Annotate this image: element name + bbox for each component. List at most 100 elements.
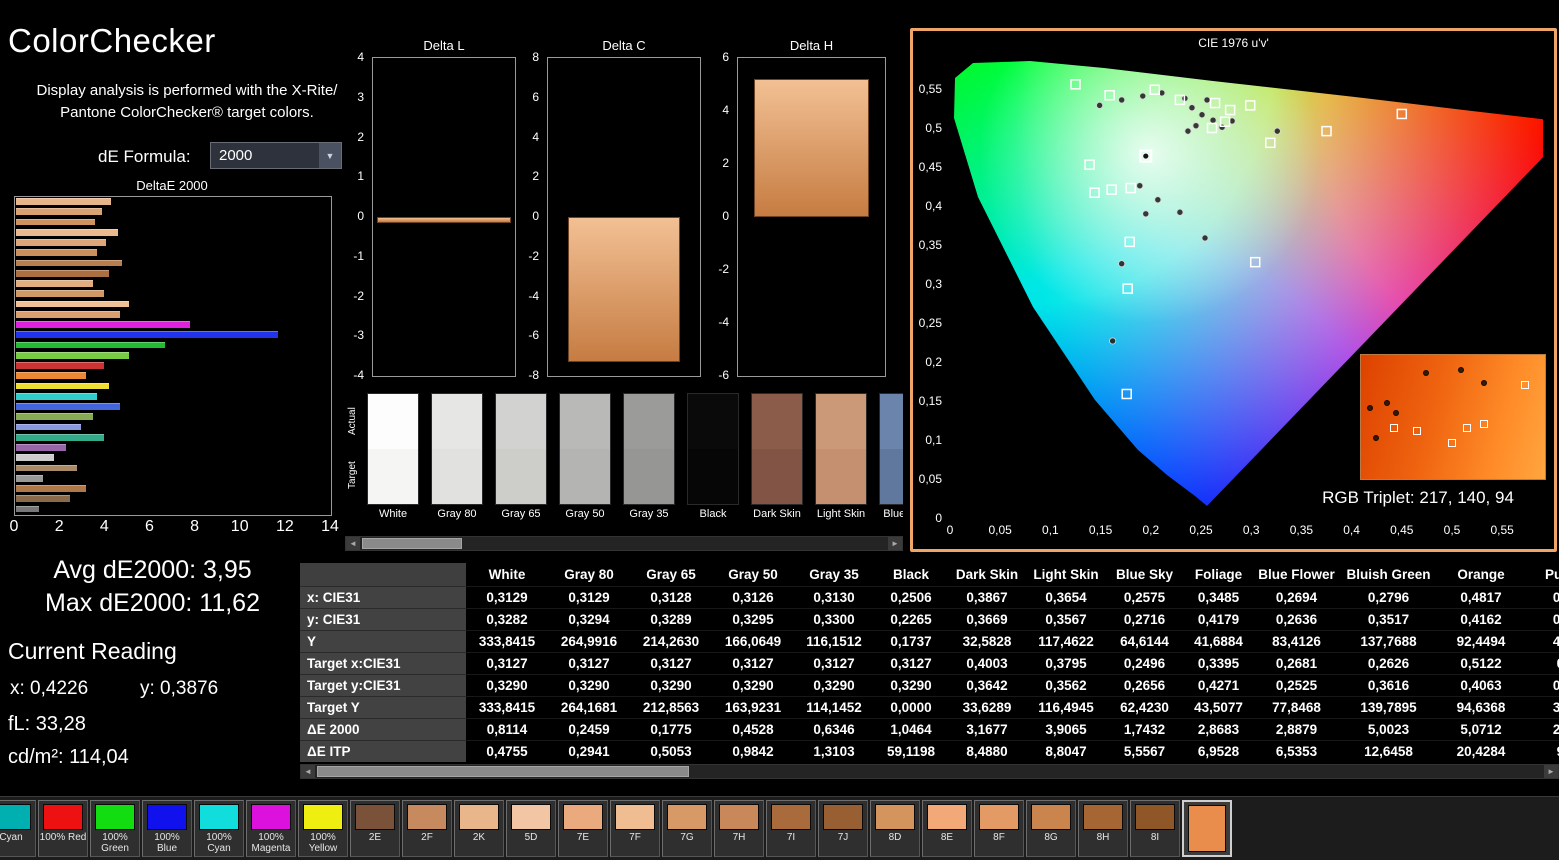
toolbar-patch-7e[interactable]: 7E (558, 800, 608, 857)
toolbar-patch-100-yellow[interactable]: 100% Yellow (298, 800, 348, 857)
table-scrollbar[interactable]: ◄ ► (300, 764, 1559, 779)
toolbar-patch-8d[interactable]: 8D (870, 800, 920, 857)
toolbar-patch-2e[interactable]: 2E (350, 800, 400, 857)
table-cell: 8,8047 (1026, 741, 1106, 763)
toolbar-patch-7h[interactable]: 7H (714, 800, 764, 857)
axis-tick-label: 6 (137, 518, 161, 536)
strip-patch: Gray 80 (431, 393, 483, 520)
axis-tick-label: 0,45 (1385, 523, 1419, 537)
swatch-strip-scrollbar[interactable]: ◄ ► (345, 536, 903, 551)
toolbar-patch-7i[interactable]: 7I (766, 800, 816, 857)
measured-point (1274, 128, 1280, 134)
toolbar-patch-8g[interactable]: 8G (1026, 800, 1076, 857)
deltae-bar (16, 465, 77, 472)
scroll-left-icon[interactable]: ◄ (346, 537, 360, 550)
scrollbar-thumb[interactable] (317, 766, 689, 777)
target-swatch (815, 449, 867, 505)
table-cell: 41,6884 (1183, 631, 1254, 653)
inset-target-marker (1448, 439, 1456, 447)
toolbar-patch-2k[interactable]: 2K (454, 800, 504, 857)
inset-target-marker (1413, 427, 1421, 435)
selected-measured-point (1143, 153, 1149, 159)
table-row-label: Target x:CIE31 (300, 653, 466, 675)
table-cell: 0,3290 (712, 675, 794, 697)
table-cell: 116,1512 (794, 631, 874, 653)
toolbar-patch-100-blue[interactable]: 100% Blue (142, 800, 192, 857)
toolbar-patch-8e[interactable]: 8E (922, 800, 972, 857)
patch-label: 7J (819, 832, 867, 843)
patch-name: Light Skin (815, 508, 867, 520)
scroll-left-icon[interactable]: ◄ (301, 765, 315, 778)
toolbar-patch-8i[interactable]: 8I (1130, 800, 1180, 857)
inset-target-marker (1463, 424, 1471, 432)
table-cell: 0,9842 (712, 741, 794, 763)
toolbar-patch-8f[interactable]: 8F (974, 800, 1024, 857)
delta-c-yticks: 86420-2-4-6-8 (517, 57, 543, 375)
table-cell: 0,3127 (630, 653, 712, 675)
measured-point (1143, 211, 1149, 217)
description: Display analysis is performed with the X… (22, 80, 352, 124)
axis-tick-label: 2 (532, 169, 539, 183)
deltae-bar (16, 413, 93, 420)
table-row-label: Y (300, 631, 466, 653)
table-column-header: Blue Flower (1254, 563, 1339, 587)
axis-tick-label: 2 (47, 518, 71, 536)
de-formula-dropdown[interactable]: 2000 ▼ (210, 142, 342, 169)
toolbar-patch-100-magenta[interactable]: 100% Magenta (246, 800, 296, 857)
toolbar-patch-cyan[interactable]: Cyan (0, 800, 36, 857)
results-table: WhiteGray 80Gray 65Gray 50Gray 35BlackDa… (300, 563, 1559, 762)
toolbar-patch-100-red[interactable]: 100% Red (38, 800, 88, 857)
table-cell: 0,2575 (1106, 587, 1183, 609)
toolbar-patch-7f[interactable]: 7F (610, 800, 660, 857)
patch-label: 8F (975, 832, 1023, 843)
scroll-right-icon[interactable]: ► (1544, 765, 1558, 778)
scroll-right-icon[interactable]: ► (888, 537, 902, 550)
avg-de2000-value: Avg dE2000: 3,95 (30, 556, 275, 585)
table-cell: 264,9916 (548, 631, 630, 653)
measured-point (1140, 93, 1146, 99)
deltae-bar (16, 475, 43, 482)
toolbar-patch-100-green[interactable]: 100% Green (90, 800, 140, 857)
actual-swatch (559, 393, 611, 449)
toolbar-patch-100-cyan[interactable]: 100% Cyan (194, 800, 244, 857)
measured-point (1110, 338, 1116, 344)
de-formula-value: 2000 (211, 147, 319, 164)
patch-swatch (1031, 804, 1071, 830)
delta-l-chart: Delta L 43210-1-2-3-4 (342, 30, 516, 390)
toolbar-patch-8h[interactable]: 8H (1078, 800, 1128, 857)
target-swatch (495, 449, 547, 505)
toolbar-patch-5d[interactable]: 5D (506, 800, 556, 857)
deltae-plot (14, 196, 332, 516)
table-cell: 0,19 (1524, 675, 1559, 697)
table-cell: 39,2 (1524, 697, 1559, 719)
current-x-value: x: 0,4226 (10, 678, 88, 700)
cie-zoom-inset (1360, 354, 1546, 480)
patch-swatch (511, 804, 551, 830)
table-cell: 163,9231 (712, 697, 794, 719)
table-cell: 0,2636 (1254, 609, 1339, 631)
scrollbar-thumb[interactable] (362, 538, 462, 549)
cie-chart-panel: CIE 1976 u'v' (910, 28, 1557, 552)
table-cell: 6,5353 (1254, 741, 1339, 763)
deltae-bar (16, 424, 81, 431)
results-table-container: WhiteGray 80Gray 65Gray 50Gray 35BlackDa… (300, 563, 1559, 764)
table-cell: 0,3290 (874, 675, 948, 697)
axis-tick-label: 0 (357, 209, 364, 223)
table-cell: 8,4880 (948, 741, 1026, 763)
patch-label: 2E (351, 832, 399, 843)
toolbar-patches: Cyan100% Red100% Green100% Blue100% Cyan… (0, 800, 1232, 857)
delta-h-yticks: 6420-2-4-6 (707, 57, 733, 375)
table-cell: 3,1677 (948, 719, 1026, 741)
target-row-label: Target (347, 449, 361, 502)
current-fl-value: fL: 33,28 (8, 713, 86, 736)
toolbar-patch-7g[interactable]: 7G (662, 800, 712, 857)
table-cell: 0,6346 (794, 719, 874, 741)
delta-bar (377, 217, 510, 223)
de-formula-label: dE Formula: (98, 147, 191, 167)
patch-label: 8D (871, 832, 919, 843)
table-cell: 5,0023 (1339, 719, 1438, 741)
toolbar-patch-7j[interactable]: 7J (818, 800, 868, 857)
toolbar-patch-8j[interactable]: 8J (1182, 800, 1232, 857)
toolbar-patch-2f[interactable]: 2F (402, 800, 452, 857)
patch-swatch (615, 804, 655, 830)
